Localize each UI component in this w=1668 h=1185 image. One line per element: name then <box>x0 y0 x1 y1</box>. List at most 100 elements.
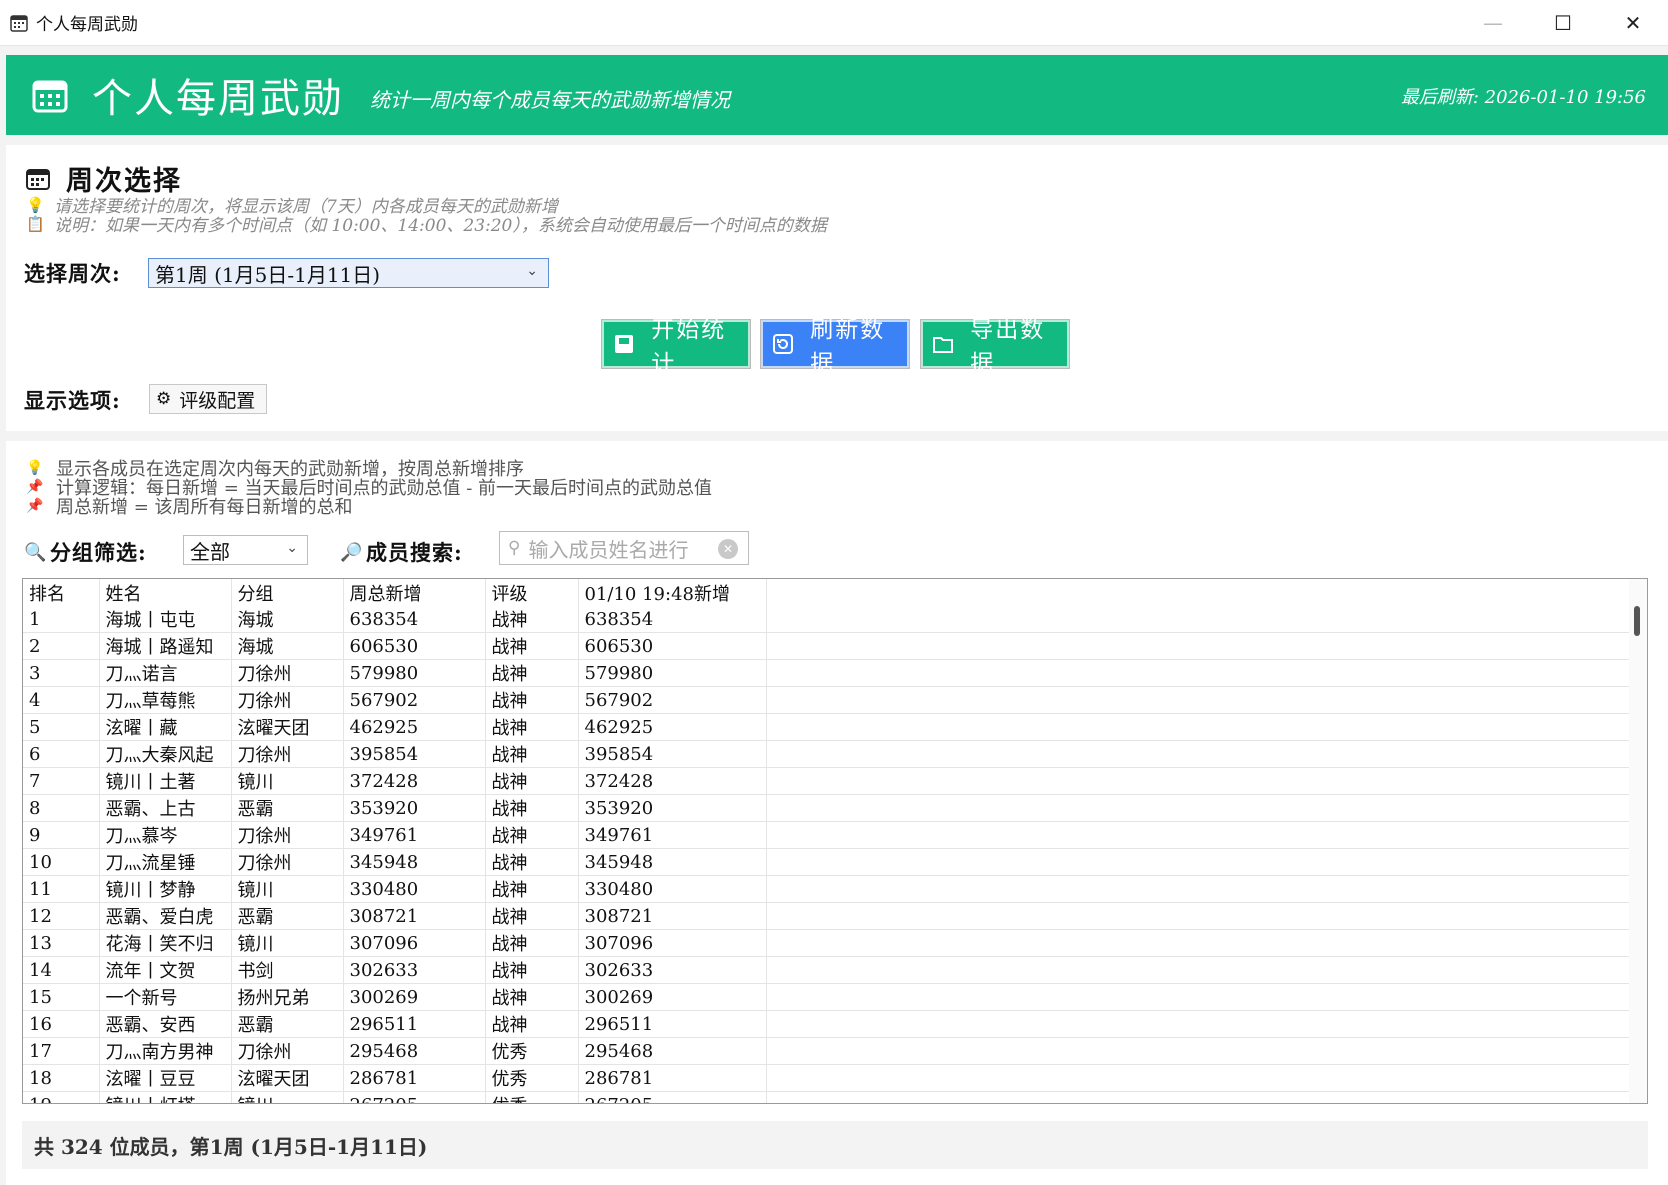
name-cell: 一个新号 <box>99 983 232 1011</box>
rank-cell: 19 <box>23 1091 100 1103</box>
weekly-total-cell: 462925 <box>343 713 486 741</box>
group-cell: 镜川 <box>231 1091 344 1103</box>
table-row[interactable]: 19镜川丨灯塔镜川267205优秀267205 <box>23 1091 1632 1103</box>
column-header[interactable]: 评级 <box>485 579 579 606</box>
table-row[interactable]: 8 恶霸、上古 恶霸 353920 战神 353920 <box>23 794 1632 822</box>
refresh-icon <box>771 332 794 356</box>
rating-cell: 战神 <box>485 956 579 984</box>
table-row[interactable]: 15 一个新号 扬州兄弟 300269 战神 300269 <box>23 983 1632 1011</box>
column-header-filler <box>766 579 1632 606</box>
table-row[interactable]: 9 刀灬慕岑 刀徐州 349761 战神 349761 <box>23 821 1632 849</box>
daily-gain-cell: 349761 <box>578 821 767 849</box>
scrollbar-thumb[interactable] <box>1634 606 1640 636</box>
column-header[interactable]: 排名 <box>23 579 100 606</box>
week-dropdown[interactable]: 第1周 (1月5日-1月11日) ⌄ <box>148 258 549 288</box>
filler-cell <box>766 1091 1632 1103</box>
folder-icon <box>931 332 954 356</box>
table-row[interactable]: 16 恶霸、安西 恶霸 296511 战神 296511 <box>23 1010 1632 1038</box>
table-row[interactable]: 11 镜川丨梦静 镜川 330480 战神 330480 <box>23 875 1632 903</box>
table-row[interactable]: 2 海城丨路遥知 海城 606530 战神 606530 <box>23 632 1632 660</box>
column-header[interactable]: 姓名 <box>99 579 232 606</box>
rank-cell: 2 <box>23 632 100 660</box>
clear-search-icon[interactable]: ✕ <box>718 539 738 559</box>
filler-cell <box>766 794 1632 822</box>
group-cell: 扬州兄弟 <box>231 983 344 1011</box>
name-cell: 刀灬诺言 <box>99 659 232 687</box>
daily-gain-cell: 606530 <box>578 632 767 660</box>
group-filter-dropdown[interactable]: 全部 ⌄ <box>183 535 308 565</box>
name-cell: 泫曜丨豆豆 <box>99 1064 232 1092</box>
maximize-button[interactable]: ☐ <box>1528 0 1598 46</box>
group-cell: 刀徐州 <box>231 848 344 876</box>
column-header[interactable]: 01/10 19:48新增 <box>578 579 767 606</box>
table-row[interactable]: 7 镜川丨土著 镜川 372428 战神 372428 <box>23 767 1632 795</box>
magnifier-icon: 🔍 <box>24 541 47 563</box>
table-header-row: 排名 姓名 分组 周总新增 评级 01/10 19:48新增 <box>23 579 1632 606</box>
weekly-total-cell: 579980 <box>343 659 486 687</box>
minimize-button[interactable]: — <box>1458 0 1528 46</box>
filler-cell <box>766 686 1632 714</box>
filler-cell <box>766 848 1632 876</box>
daily-gain-cell: 308721 <box>578 902 767 930</box>
chevron-down-icon: ⌄ <box>286 540 298 556</box>
table-row[interactable]: 12 恶霸、爱白虎 恶霸 308721 战神 308721 <box>23 902 1632 930</box>
weekly-total-cell: 302633 <box>343 956 486 984</box>
daily-gain-cell: 267205 <box>578 1091 767 1103</box>
rank-cell: 15 <box>23 983 100 1011</box>
last-refresh-time: 最后刷新: 2026-01-10 19:56 <box>1400 87 1646 108</box>
name-cell: 镜川丨灯塔 <box>99 1091 232 1103</box>
table-row[interactable]: 17 刀灬南方男神 刀徐州 295468 优秀 295468 <box>23 1037 1632 1065</box>
chevron-down-icon: ⌄ <box>526 263 538 279</box>
member-search-input[interactable]: ⚲ 输入成员姓名进行 ✕ <box>499 531 749 565</box>
vertical-scrollbar[interactable] <box>1629 579 1647 1103</box>
group-filter-label: 分组筛选: <box>50 540 147 565</box>
week-select-label: 选择周次: <box>24 261 121 286</box>
rank-cell: 18 <box>23 1064 100 1092</box>
group-filter-label-row: 🔍 分组筛选: <box>24 535 147 569</box>
weekly-total-cell: 638354 <box>343 606 486 633</box>
filler-cell <box>766 659 1632 687</box>
daily-gain-cell: 295468 <box>578 1037 767 1065</box>
rating-config-button[interactable]: ⚙ 评级配置 <box>149 384 267 414</box>
close-button[interactable]: ✕ <box>1598 0 1668 46</box>
group-cell: 镜川 <box>231 767 344 795</box>
rank-cell: 6 <box>23 740 100 768</box>
filler-cell <box>766 956 1632 984</box>
group-cell: 恶霸 <box>231 902 344 930</box>
start-stats-button[interactable]: 开始统计 <box>602 317 750 377</box>
member-search-label: 成员搜索: <box>366 540 463 565</box>
filler-cell <box>766 1064 1632 1092</box>
name-cell: 刀灬草莓熊 <box>99 686 232 714</box>
daily-gain-cell: 638354 <box>578 606 767 633</box>
group-cell: 书剑 <box>231 956 344 984</box>
rank-cell: 14 <box>23 956 100 984</box>
week-selection-panel: 周次选择 💡 请选择要统计的周次，将显示该周（7天）内各成员每天的武勋新增 📋 … <box>6 145 1668 431</box>
table-row[interactable]: 18 泫曜丨豆豆 泫曜天团 286781 优秀 286781 <box>23 1064 1632 1092</box>
table-row[interactable]: 1 海城丨屯屯 海城 638354 战神 638354 <box>23 606 1632 633</box>
weekly-total-cell: 330480 <box>343 875 486 903</box>
table-row[interactable]: 4 刀灬草莓熊 刀徐州 567902 战神 567902 <box>23 686 1632 714</box>
weekly-total-cell: 295468 <box>343 1037 486 1065</box>
name-cell: 刀灬慕岑 <box>99 821 232 849</box>
filler-cell <box>766 767 1632 795</box>
table-row[interactable]: 13 花海丨笑不归 镜川 307096 战神 307096 <box>23 929 1632 957</box>
group-cell: 恶霸 <box>231 1010 344 1038</box>
refresh-data-button[interactable]: 刷新数据 <box>761 317 909 377</box>
pin-icon: 📌 <box>26 498 44 514</box>
export-data-button[interactable]: 导出数据 <box>921 317 1069 377</box>
data-table: 排名 姓名 分组 周总新增 评级 01/10 19:48新增 1 海城丨屯屯 海城 638354… <box>23 579 1632 1103</box>
group-cell: 海城 <box>231 632 344 660</box>
group-cell: 恶霸 <box>231 794 344 822</box>
daily-gain-cell: 300269 <box>578 983 767 1011</box>
table-row[interactable]: 3 刀灬诺言 刀徐州 579980 战神 579980 <box>23 659 1632 687</box>
table-row[interactable]: 10 刀灬流星锤 刀徐州 345948 战神 345948 <box>23 848 1632 876</box>
table-row[interactable]: 6 刀灬大秦风起 刀徐州 395854 战神 395854 <box>23 740 1632 768</box>
status-bar: 共 324 位成员，第1周 (1月5日-1月11日) <box>22 1121 1648 1169</box>
rating-cell: 战神 <box>485 983 579 1011</box>
table-row[interactable]: 14 流年丨文贺 书剑 302633 战神 302633 <box>23 956 1632 984</box>
column-header[interactable]: 周总新增 <box>343 579 486 606</box>
column-header[interactable]: 分组 <box>231 579 344 606</box>
name-cell: 镜川丨梦静 <box>99 875 232 903</box>
table-row[interactable]: 5 泫曜丨藏 泫曜天团 462925 战神 462925 <box>23 713 1632 741</box>
name-cell: 刀灬南方男神 <box>99 1037 232 1065</box>
